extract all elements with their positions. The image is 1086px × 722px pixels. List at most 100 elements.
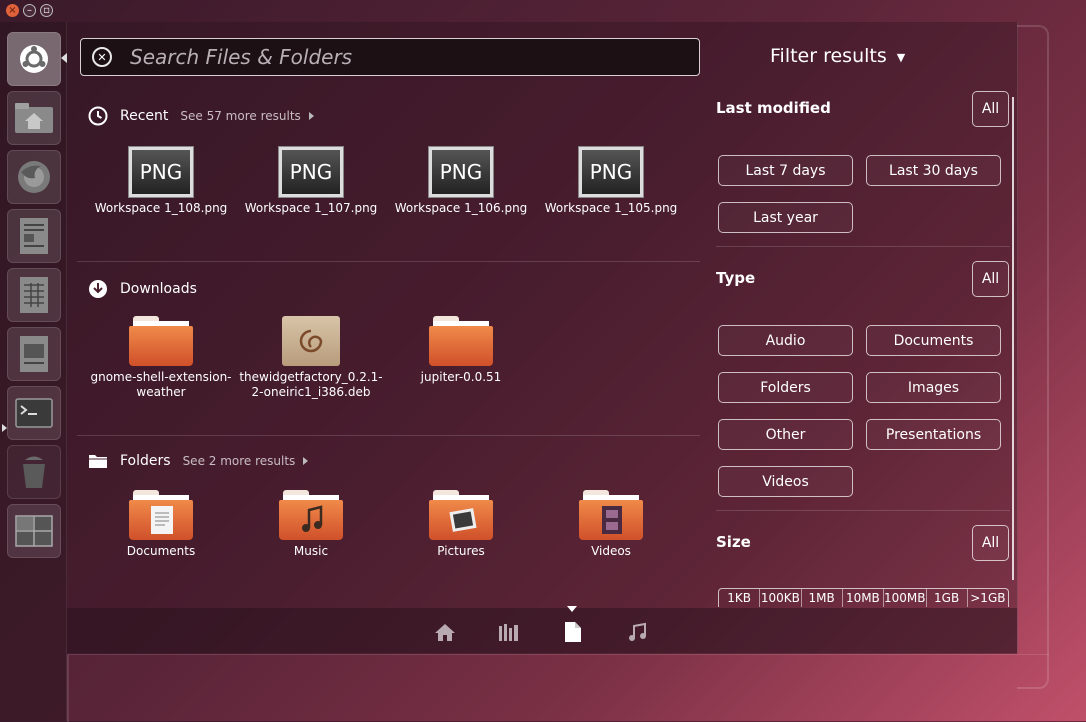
recent-file[interactable]: PNG Workspace 1_107.png bbox=[236, 145, 386, 216]
filter-scrollbar[interactable] bbox=[1012, 97, 1014, 580]
filter-results-label: Filter results bbox=[770, 45, 887, 67]
filter-audio[interactable]: Audio bbox=[718, 325, 853, 356]
lens-music[interactable] bbox=[625, 620, 649, 644]
videos-folder-icon bbox=[579, 490, 643, 540]
folder-icon bbox=[129, 316, 193, 366]
size-title: Size bbox=[716, 533, 751, 551]
search-box: ✕ bbox=[80, 38, 700, 76]
writer-icon bbox=[20, 218, 48, 254]
filter-last-30-days[interactable]: Last 30 days bbox=[866, 155, 1001, 186]
documents-folder-icon bbox=[129, 490, 193, 540]
filter-presentations[interactable]: Presentations bbox=[866, 419, 1001, 450]
chevron-right-icon[interactable] bbox=[303, 457, 309, 465]
terminal-icon bbox=[15, 398, 53, 428]
folder-name: Music bbox=[293, 544, 329, 558]
folder-name: Videos bbox=[591, 544, 631, 558]
file-name: Workspace 1_107.png bbox=[244, 201, 378, 215]
recent-file[interactable]: PNG Workspace 1_106.png bbox=[386, 145, 536, 216]
minimize-window-button[interactable]: – bbox=[23, 4, 36, 17]
lens-bar bbox=[67, 608, 1017, 654]
size-10mb[interactable]: 10MB bbox=[843, 589, 884, 607]
filter-results-toggle[interactable]: Filter results ▼ bbox=[770, 45, 905, 67]
maximize-window-button[interactable]: ▫ bbox=[40, 4, 53, 17]
filter-videos[interactable]: Videos bbox=[718, 466, 853, 497]
launcher-trash[interactable] bbox=[7, 445, 61, 499]
last-modified-title: Last modified bbox=[716, 99, 831, 117]
recent-file[interactable]: PNG Workspace 1_108.png bbox=[86, 145, 236, 216]
download-file[interactable]: jupiter-0.0.51 bbox=[386, 316, 536, 385]
folders-more-link[interactable]: See 2 more results bbox=[183, 454, 296, 468]
filter-divider bbox=[716, 246, 1010, 247]
recent-more-link[interactable]: See 57 more results bbox=[180, 109, 300, 123]
size-all-button[interactable]: All bbox=[972, 525, 1009, 561]
folder-icon bbox=[429, 316, 493, 366]
filter-images[interactable]: Images bbox=[866, 372, 1001, 403]
search-input[interactable] bbox=[128, 44, 672, 70]
launcher bbox=[0, 22, 67, 721]
home-icon bbox=[435, 624, 455, 641]
size-range-selector: 1KB 100KB 1MB 10MB 100MB 1GB >1GB bbox=[718, 588, 1009, 607]
filter-last-7-days[interactable]: Last 7 days bbox=[718, 155, 853, 186]
lens-files[interactable] bbox=[561, 620, 585, 644]
last-modified-all-button[interactable]: All bbox=[972, 91, 1009, 127]
launcher-dash-button[interactable] bbox=[7, 32, 61, 86]
folder-item[interactable]: Pictures bbox=[386, 490, 536, 559]
size-1mb[interactable]: 1MB bbox=[802, 589, 843, 607]
calc-icon bbox=[20, 277, 48, 313]
lens-applications[interactable] bbox=[497, 620, 521, 644]
folder-name: Documents bbox=[126, 544, 196, 558]
launcher-home-folder[interactable] bbox=[7, 91, 61, 145]
launcher-calc[interactable] bbox=[7, 268, 61, 322]
window-controls: × – ▫ bbox=[6, 4, 53, 17]
filter-other[interactable]: Other bbox=[718, 419, 853, 450]
filter-divider bbox=[716, 510, 1010, 511]
folder-item[interactable]: Documents bbox=[86, 490, 236, 559]
debian-package-icon bbox=[282, 316, 340, 366]
lens-home[interactable] bbox=[433, 620, 457, 644]
folder-item[interactable]: Music bbox=[236, 490, 386, 559]
impress-icon bbox=[20, 336, 48, 372]
close-window-button[interactable]: × bbox=[6, 4, 19, 17]
png-file-icon: PNG bbox=[129, 147, 193, 197]
launcher-terminal[interactable] bbox=[7, 386, 61, 440]
size-100kb[interactable]: 100KB bbox=[760, 589, 802, 607]
download-icon bbox=[89, 280, 107, 298]
folders-header: Folders See 2 more results bbox=[88, 452, 309, 470]
running-indicator bbox=[2, 424, 7, 432]
size-1kb[interactable]: 1KB bbox=[719, 589, 761, 607]
home-folder-icon bbox=[15, 103, 53, 133]
chevron-right-icon[interactable] bbox=[308, 112, 314, 120]
workspace-switcher-icon bbox=[15, 515, 53, 547]
downloads-title: Downloads bbox=[120, 281, 197, 297]
recent-title: Recent bbox=[120, 108, 169, 124]
size-100mb[interactable]: 100MB bbox=[884, 589, 927, 607]
recent-file[interactable]: PNG Workspace 1_105.png bbox=[536, 145, 686, 216]
folders-title: Folders bbox=[120, 453, 171, 469]
dash-bottom-frame bbox=[67, 654, 1049, 722]
launcher-impress[interactable] bbox=[7, 327, 61, 381]
size-1gb[interactable]: 1GB bbox=[927, 589, 968, 607]
type-title: Type bbox=[716, 269, 756, 287]
download-file[interactable]: thewidgetfactory_0.2.1- 2-oneiric1_i386.d… bbox=[236, 316, 386, 400]
size-over-1gb[interactable]: >1GB bbox=[968, 589, 1008, 607]
section-divider bbox=[77, 435, 700, 436]
png-file-icon: PNG bbox=[579, 147, 643, 197]
launcher-writer[interactable] bbox=[7, 209, 61, 263]
folder-item[interactable]: Videos bbox=[536, 490, 686, 559]
filter-last-year[interactable]: Last year bbox=[718, 202, 853, 233]
file-name: jupiter-0.0.51 bbox=[420, 370, 502, 384]
clock-icon bbox=[88, 106, 108, 126]
filter-folders[interactable]: Folders bbox=[718, 372, 853, 403]
section-divider bbox=[77, 261, 700, 262]
recent-header: Recent See 57 more results bbox=[88, 106, 314, 126]
download-file[interactable]: gnome-shell-extension-weather bbox=[86, 316, 236, 400]
file-name: Workspace 1_106.png bbox=[394, 201, 528, 215]
launcher-firefox[interactable] bbox=[7, 150, 61, 204]
clear-search-icon[interactable]: ✕ bbox=[92, 47, 112, 67]
filter-documents[interactable]: Documents bbox=[866, 325, 1001, 356]
png-file-icon: PNG bbox=[279, 147, 343, 197]
type-all-button[interactable]: All bbox=[972, 261, 1009, 297]
applications-icon bbox=[499, 624, 518, 641]
file-icon bbox=[565, 622, 581, 642]
launcher-workspace-switcher[interactable] bbox=[7, 504, 61, 558]
